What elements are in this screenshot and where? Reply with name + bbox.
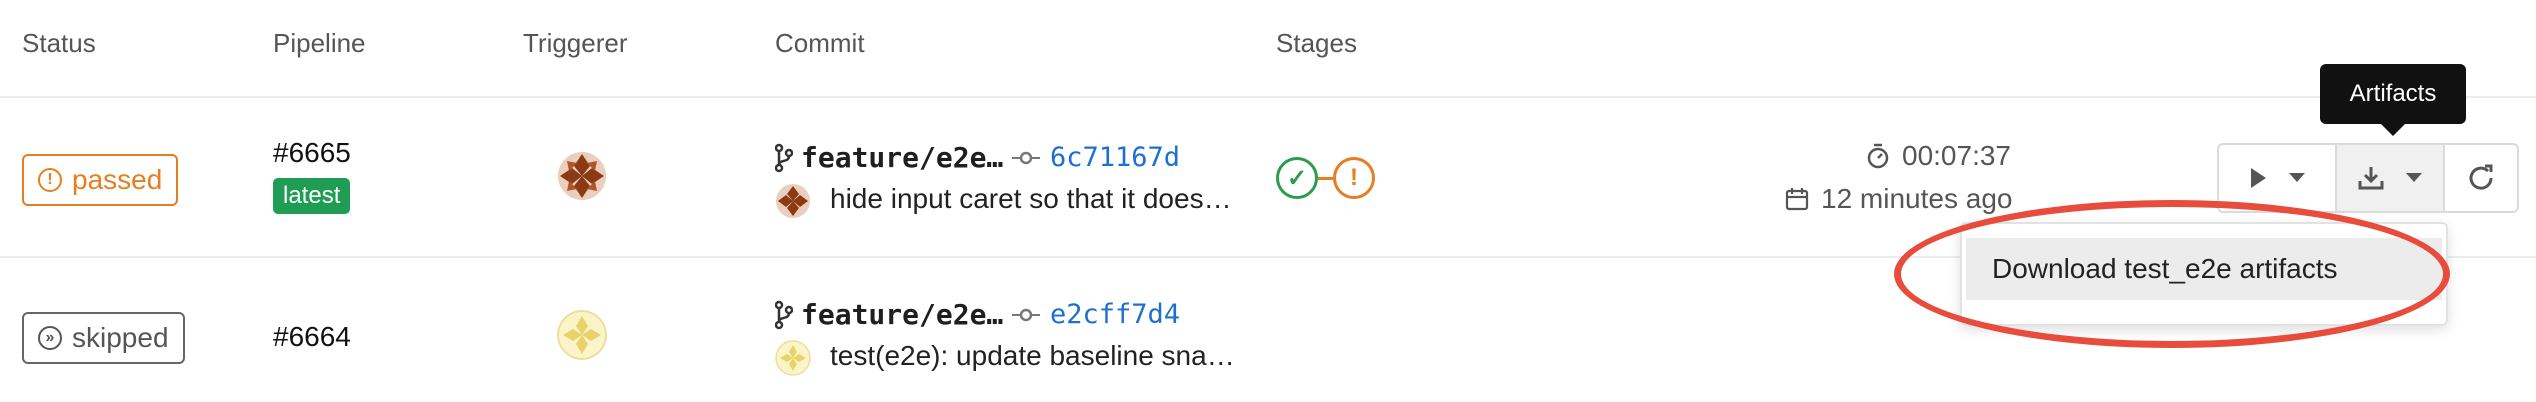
status-label: passed: [72, 164, 163, 195]
stage-warning[interactable]: !: [1333, 157, 1375, 199]
commit-icon: [1012, 151, 1040, 164]
status-badge-skipped[interactable]: » skipped: [22, 312, 185, 364]
calendar-icon: [1785, 188, 1809, 211]
skipped-icon: »: [38, 326, 62, 350]
pipeline-finished: 12 minutes ago: [1785, 183, 2012, 215]
chevron-down-icon: [2406, 173, 2422, 182]
commit-message[interactable]: test(e2e): update baseline sna…: [830, 340, 1235, 372]
duration-text: 00:07:37: [1902, 140, 2011, 171]
stage-connector: [1318, 177, 1333, 180]
pipeline-actions: [2217, 143, 2519, 213]
branch-name: feature/e2e…: [801, 298, 1004, 331]
header-divider: [0, 96, 2536, 98]
retry-button[interactable]: [2443, 143, 2519, 213]
commit-sha: 6c71167d: [1050, 142, 1181, 173]
stage-success[interactable]: ✓: [1276, 157, 1318, 199]
highlight-annotation: [1894, 200, 2450, 348]
header-commit: Commit: [775, 28, 865, 58]
commit-sha-link[interactable]: 6c71167d: [1012, 142, 1180, 173]
branch-name: feature/e2e…: [801, 141, 1004, 174]
header-pipeline: Pipeline: [273, 28, 366, 58]
avatar: [558, 152, 606, 200]
commit-sha: e2cff7d4: [1050, 299, 1181, 330]
download-icon: [2358, 167, 2384, 190]
status-badge-passed[interactable]: ! passed: [22, 154, 179, 206]
latest-badge: latest: [273, 178, 351, 214]
finished-text: 12 minutes ago: [1821, 183, 2013, 214]
branch-icon: [775, 300, 793, 329]
warning-icon: !: [38, 168, 62, 192]
pipeline-duration: 00:07:37: [1866, 140, 2011, 172]
tooltip-arrow: [2381, 124, 2405, 136]
pipeline-link[interactable]: #6664: [273, 321, 351, 353]
artifacts-button[interactable]: [2335, 143, 2445, 213]
commit-icon: [1012, 308, 1040, 321]
triggerer-avatar[interactable]: [557, 310, 607, 360]
chevron-down-icon: [2289, 173, 2305, 182]
pipeline-link[interactable]: #6665: [273, 137, 351, 169]
branch-link[interactable]: feature/e2e…: [775, 141, 1003, 174]
status-label: skipped: [72, 322, 169, 353]
timer-icon: [1867, 143, 1889, 169]
artifacts-tooltip: Artifacts: [2320, 64, 2466, 124]
header-status: Status: [22, 28, 96, 58]
commit-author-avatar[interactable]: [775, 183, 811, 219]
commit-author-avatar[interactable]: [775, 340, 811, 376]
play-icon: [2251, 168, 2266, 188]
warning-icon: !: [1350, 164, 1358, 191]
header-triggerer: Triggerer: [523, 28, 628, 58]
check-icon: ✓: [1286, 164, 1308, 192]
branch-icon: [775, 143, 793, 172]
header-stages: Stages: [1276, 28, 1357, 58]
commit-message[interactable]: hide input caret so that it does…: [830, 183, 1232, 215]
retry-icon: [2469, 164, 2493, 190]
branch-link[interactable]: feature/e2e…: [775, 298, 1003, 331]
commit-sha-link[interactable]: e2cff7d4: [1012, 299, 1180, 330]
